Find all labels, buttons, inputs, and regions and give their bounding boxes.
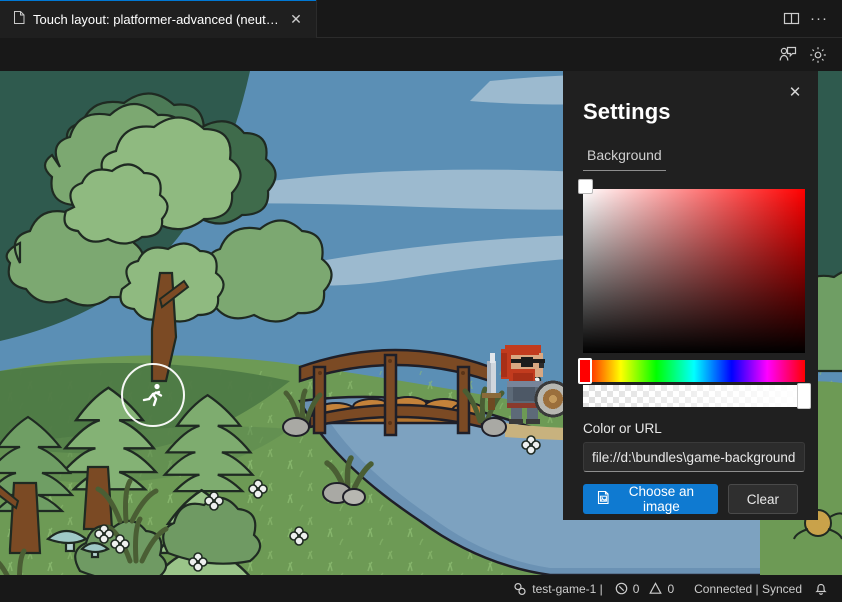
hue-handle[interactable] bbox=[578, 358, 592, 384]
file-icon bbox=[12, 10, 26, 28]
app-window: Touch layout: platformer-advanced (neutr… bbox=[0, 0, 842, 602]
color-picker bbox=[583, 189, 798, 407]
status-notifications[interactable] bbox=[808, 575, 834, 602]
warning-icon bbox=[649, 582, 662, 595]
tab-close-button[interactable]: ✕ bbox=[286, 9, 306, 29]
status-remote-host[interactable]: test-game-1 | bbox=[507, 575, 608, 602]
settings-buttons: Choose an image Clear bbox=[583, 484, 798, 514]
remote-host-icon bbox=[513, 582, 527, 596]
color-or-url-input[interactable] bbox=[583, 442, 805, 472]
editor-toolbar bbox=[0, 38, 842, 71]
alpha-handle[interactable] bbox=[797, 383, 811, 409]
alpha-gradient bbox=[583, 385, 805, 407]
tab-bar: Touch layout: platformer-advanced (neutr… bbox=[0, 0, 842, 38]
status-problems[interactable]: 0 0 bbox=[609, 575, 680, 602]
editor-tab-touch-layout[interactable]: Touch layout: platformer-advanced (neutr… bbox=[0, 0, 317, 38]
tab-bar-actions: ··· bbox=[778, 0, 842, 37]
status-connection-label: Connected | Synced bbox=[694, 582, 802, 596]
gear-icon[interactable] bbox=[806, 43, 830, 67]
status-bar: test-game-1 | 0 0 Connected | Synced bbox=[0, 575, 842, 602]
status-remote-label: test-game-1 | bbox=[532, 582, 602, 596]
settings-title: Settings bbox=[583, 71, 798, 125]
alpha-slider[interactable] bbox=[583, 385, 805, 407]
choose-an-image-label: Choose an image bbox=[619, 484, 704, 514]
tab-background[interactable]: Background bbox=[583, 147, 666, 171]
settings-tabs: Background bbox=[583, 147, 798, 171]
saturation-value-area[interactable] bbox=[583, 189, 805, 353]
hue-slider[interactable] bbox=[583, 360, 805, 382]
saturation-handle[interactable] bbox=[578, 179, 593, 194]
split-editor-icon[interactable] bbox=[778, 6, 804, 32]
settings-panel: ✕ Settings Background Color or URL bbox=[563, 71, 818, 520]
color-or-url-label: Color or URL bbox=[583, 421, 798, 436]
status-connection[interactable]: Connected | Synced bbox=[688, 575, 808, 602]
status-error-count: 0 bbox=[633, 582, 640, 596]
more-actions-icon[interactable]: ··· bbox=[806, 6, 832, 32]
touch-control-run[interactable] bbox=[121, 363, 185, 427]
error-icon bbox=[615, 582, 628, 595]
running-person-icon bbox=[138, 380, 168, 410]
choose-an-image-button[interactable]: Choose an image bbox=[583, 484, 718, 514]
notifications-bell-icon bbox=[814, 581, 828, 596]
tab-title: Touch layout: platformer-advanced (neutr… bbox=[33, 12, 279, 27]
feedback-icon[interactable] bbox=[776, 43, 800, 67]
status-warning-count: 0 bbox=[667, 582, 674, 596]
settings-close-button[interactable]: ✕ bbox=[784, 81, 806, 103]
clear-button[interactable]: Clear bbox=[728, 484, 798, 514]
image-file-icon bbox=[597, 490, 612, 508]
